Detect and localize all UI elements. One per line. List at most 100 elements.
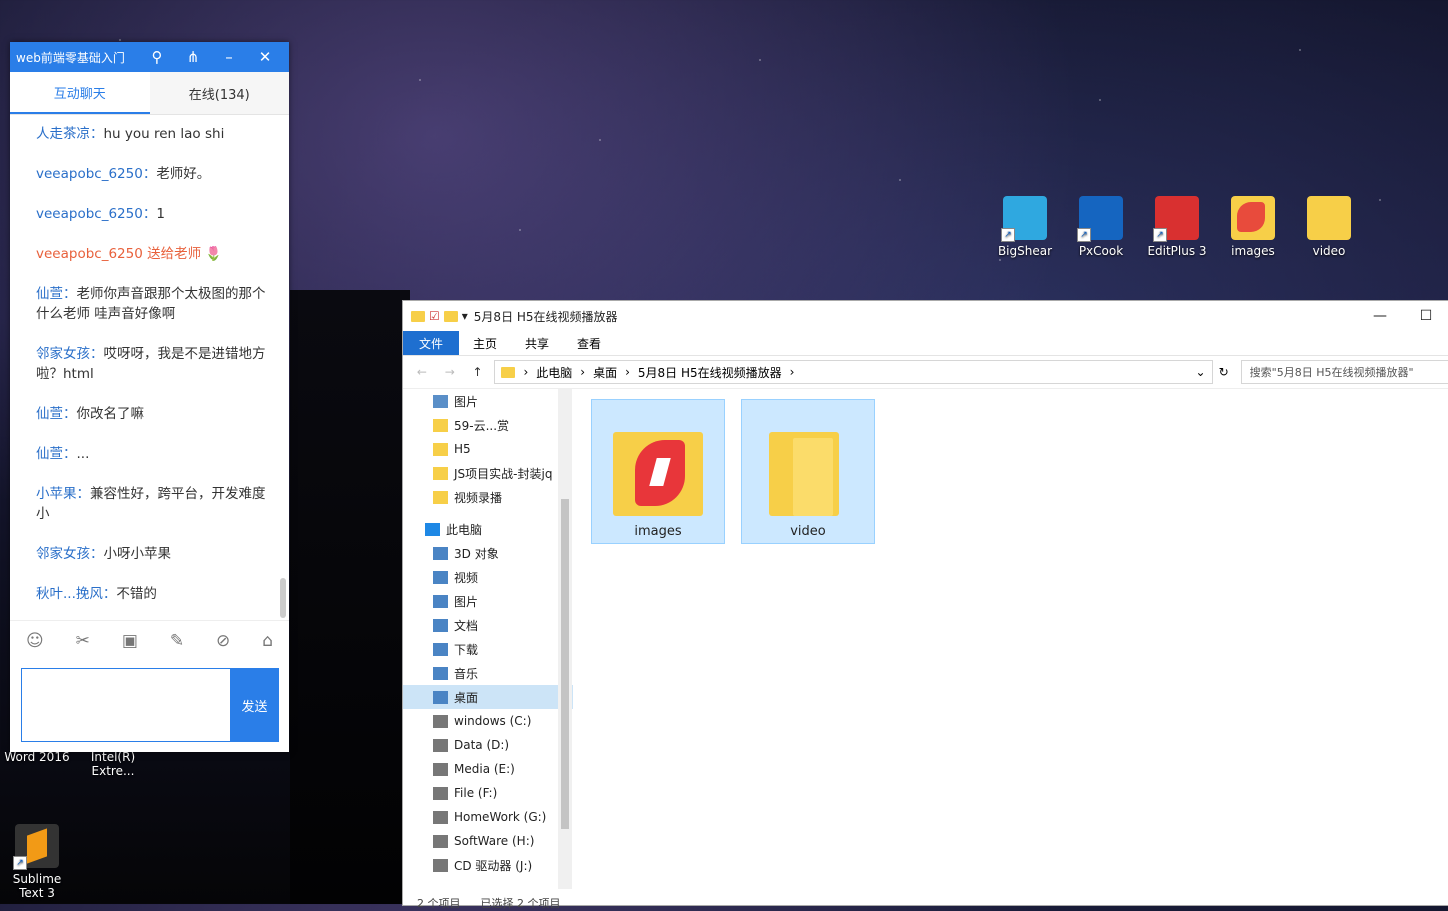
minimize-button[interactable]: –	[211, 48, 247, 66]
up-icon[interactable]: ↑	[467, 365, 489, 379]
nav-item-pc[interactable]: CD 驱动器 (J:)	[403, 853, 573, 877]
nav-item-pc[interactable]: File (F:)	[403, 781, 573, 805]
message-user[interactable]: 小苹果	[36, 486, 77, 502]
edit-icon[interactable]: ✎	[170, 631, 184, 651]
desktop-icon-editplus[interactable]: ↗ EditPlus 3	[1142, 196, 1212, 258]
breadcrumb-item[interactable]: 此电脑	[536, 364, 572, 381]
nav-item-pc[interactable]: 音乐	[403, 661, 573, 685]
pin-icon[interactable]: ⚲	[139, 48, 175, 66]
nav-item-label: Media (E:)	[454, 762, 515, 776]
message-user[interactable]: 秋叶...挽风	[36, 586, 103, 602]
forward-icon[interactable]: →	[439, 365, 461, 379]
chat-message: 仙萱：老师你声音跟那个太极图的那个什么老师 哇声音好像啊	[36, 286, 266, 322]
nav-item-pc[interactable]: 视频	[403, 565, 573, 589]
emoji-icon[interactable]: ☺	[26, 631, 44, 651]
nav-item-label: Data (D:)	[454, 738, 510, 752]
new-folder-icon[interactable]	[443, 310, 458, 322]
desktop-icon-word[interactable]: Word 2016	[2, 750, 72, 764]
tab-online[interactable]: 在线(134)	[149, 72, 289, 114]
refresh-icon[interactable]: ↻	[1219, 365, 1229, 379]
nav-item-quick[interactable]: JS项目实战-封装jq	[403, 461, 573, 485]
nav-item-label: File (F:)	[454, 786, 498, 800]
tab-file[interactable]: 文件	[403, 331, 460, 355]
image-icon[interactable]: ▣	[122, 631, 138, 651]
nav-item-pc[interactable]: Media (E:)	[403, 757, 573, 781]
message-user[interactable]: 人走茶凉	[36, 126, 90, 142]
tab-view[interactable]: 查看	[563, 331, 615, 355]
nav-item-label: 3D 对象	[454, 546, 499, 561]
message-user[interactable]: 邻家女孩	[36, 346, 90, 362]
tab-home[interactable]: 主页	[459, 331, 511, 355]
nav-item-pc[interactable]: Data (D:)	[403, 733, 573, 757]
address-bar[interactable]: › 此电脑 › 桌面 › 5月8日 H5在线视频播放器 › ⌄	[494, 360, 1213, 384]
nav-item-quick[interactable]: 59-云...赏	[403, 413, 573, 437]
library-icon	[433, 666, 448, 680]
drive-icon	[433, 786, 448, 800]
chat-toolbar: ☺ ✂ ▣ ✎ ⊘ ⌂	[10, 620, 289, 661]
library-icon	[433, 642, 448, 656]
chevron-down-icon[interactable]: ▾	[462, 309, 468, 323]
block-icon[interactable]: ⊘	[216, 631, 230, 651]
file-name: video	[790, 524, 826, 539]
send-button[interactable]: 发送	[230, 668, 279, 742]
nav-item-quick[interactable]: H5	[403, 437, 573, 461]
breadcrumb-item[interactable]: 桌面	[593, 364, 617, 381]
desktop-icon-images[interactable]: images	[1218, 196, 1288, 258]
chat-message: veeapobc_6250 送给老师 🌷	[36, 244, 275, 264]
maximize-button[interactable]: ☐	[1403, 308, 1448, 324]
nav-item-this-pc[interactable]: 此电脑	[403, 517, 573, 541]
desktop-icon-pxcook[interactable]: ↗ PxCook	[1066, 196, 1136, 258]
message-user[interactable]: veeapobc_6250	[36, 206, 143, 222]
nav-item-pc[interactable]: SoftWare (H:)	[403, 829, 573, 853]
folder-icon	[433, 418, 448, 432]
message-user[interactable]: 邻家女孩	[36, 546, 90, 562]
nav-item-pc[interactable]: HomeWork (G:)	[403, 805, 573, 829]
chevron-down-icon[interactable]: ⌄	[1196, 365, 1206, 379]
drive-icon	[433, 810, 448, 824]
status-bar: 2 个项目 已选择 2 个项目	[417, 895, 561, 911]
nav-item-pc[interactable]: 文档	[403, 613, 573, 637]
desktop-icon-sublime[interactable]: ↗ Sublime Text 3	[2, 824, 72, 900]
nav-item-quick[interactable]: 视频录播	[403, 485, 573, 509]
search-input[interactable]: 搜索"5月8日 H5在线视频播放器"	[1240, 360, 1448, 384]
minimize-button[interactable]: —	[1357, 308, 1403, 324]
breadcrumb-item[interactable]: 5月8日 H5在线视频播放器	[638, 364, 782, 381]
tab-chat[interactable]: 互动聊天	[10, 72, 150, 114]
file-item[interactable]: video	[741, 399, 875, 544]
tab-share[interactable]: 共享	[511, 331, 563, 355]
folder-icon	[613, 418, 703, 518]
nav-item-quick[interactable]: 图片	[403, 389, 573, 413]
nav-item-pc[interactable]: 3D 对象	[403, 541, 573, 565]
live-chat-window: web前端零基础入门 ⚲ ⋔ – ✕ 互动聊天 在线(134) 人走茶凉：hu …	[10, 42, 289, 752]
scissors-icon[interactable]: ✂	[76, 631, 90, 651]
message-user[interactable]: 仙萱	[36, 286, 63, 302]
chat-scrollbar[interactable]	[280, 578, 286, 618]
share-icon[interactable]: ⋔	[175, 48, 211, 66]
nav-item-pc[interactable]: windows (C:)	[403, 709, 573, 733]
desktop-icon-intel[interactable]: Intel(R) Extre...	[78, 750, 148, 778]
nav-item-pc[interactable]: 桌面	[403, 685, 573, 709]
library-icon	[433, 594, 448, 608]
desktop-icon-video[interactable]: video	[1294, 196, 1364, 258]
nav-item-pc[interactable]: 图片	[403, 589, 573, 613]
message-user[interactable]: veeapobc_6250	[36, 166, 143, 182]
gift-icon[interactable]: ⌂	[262, 631, 273, 651]
library-icon	[433, 570, 448, 584]
properties-icon[interactable]: ☑	[429, 309, 440, 323]
close-button[interactable]: ✕	[247, 48, 283, 66]
message-text: hu you ren lao shi	[103, 126, 225, 142]
desktop-icon-bigshear[interactable]: ↗ BigShear	[990, 196, 1060, 258]
back-icon[interactable]: ←	[411, 365, 433, 379]
message-user[interactable]: 仙萱	[36, 406, 63, 422]
nav-item-pc[interactable]: 下载	[403, 637, 573, 661]
pxcook-icon: ↗	[1077, 196, 1123, 242]
message-text: 你改名了嘛	[76, 406, 145, 422]
message-user[interactable]: 仙萱	[36, 446, 63, 462]
wallpaper-mountain	[290, 290, 410, 904]
nav-scrollbar[interactable]	[558, 389, 572, 889]
file-item[interactable]: images	[591, 399, 725, 544]
folder-icon	[763, 418, 853, 518]
chat-input[interactable]	[21, 668, 231, 742]
nav-item-label: 59-云...赏	[454, 418, 510, 433]
nav-item-label: 图片	[454, 394, 479, 409]
